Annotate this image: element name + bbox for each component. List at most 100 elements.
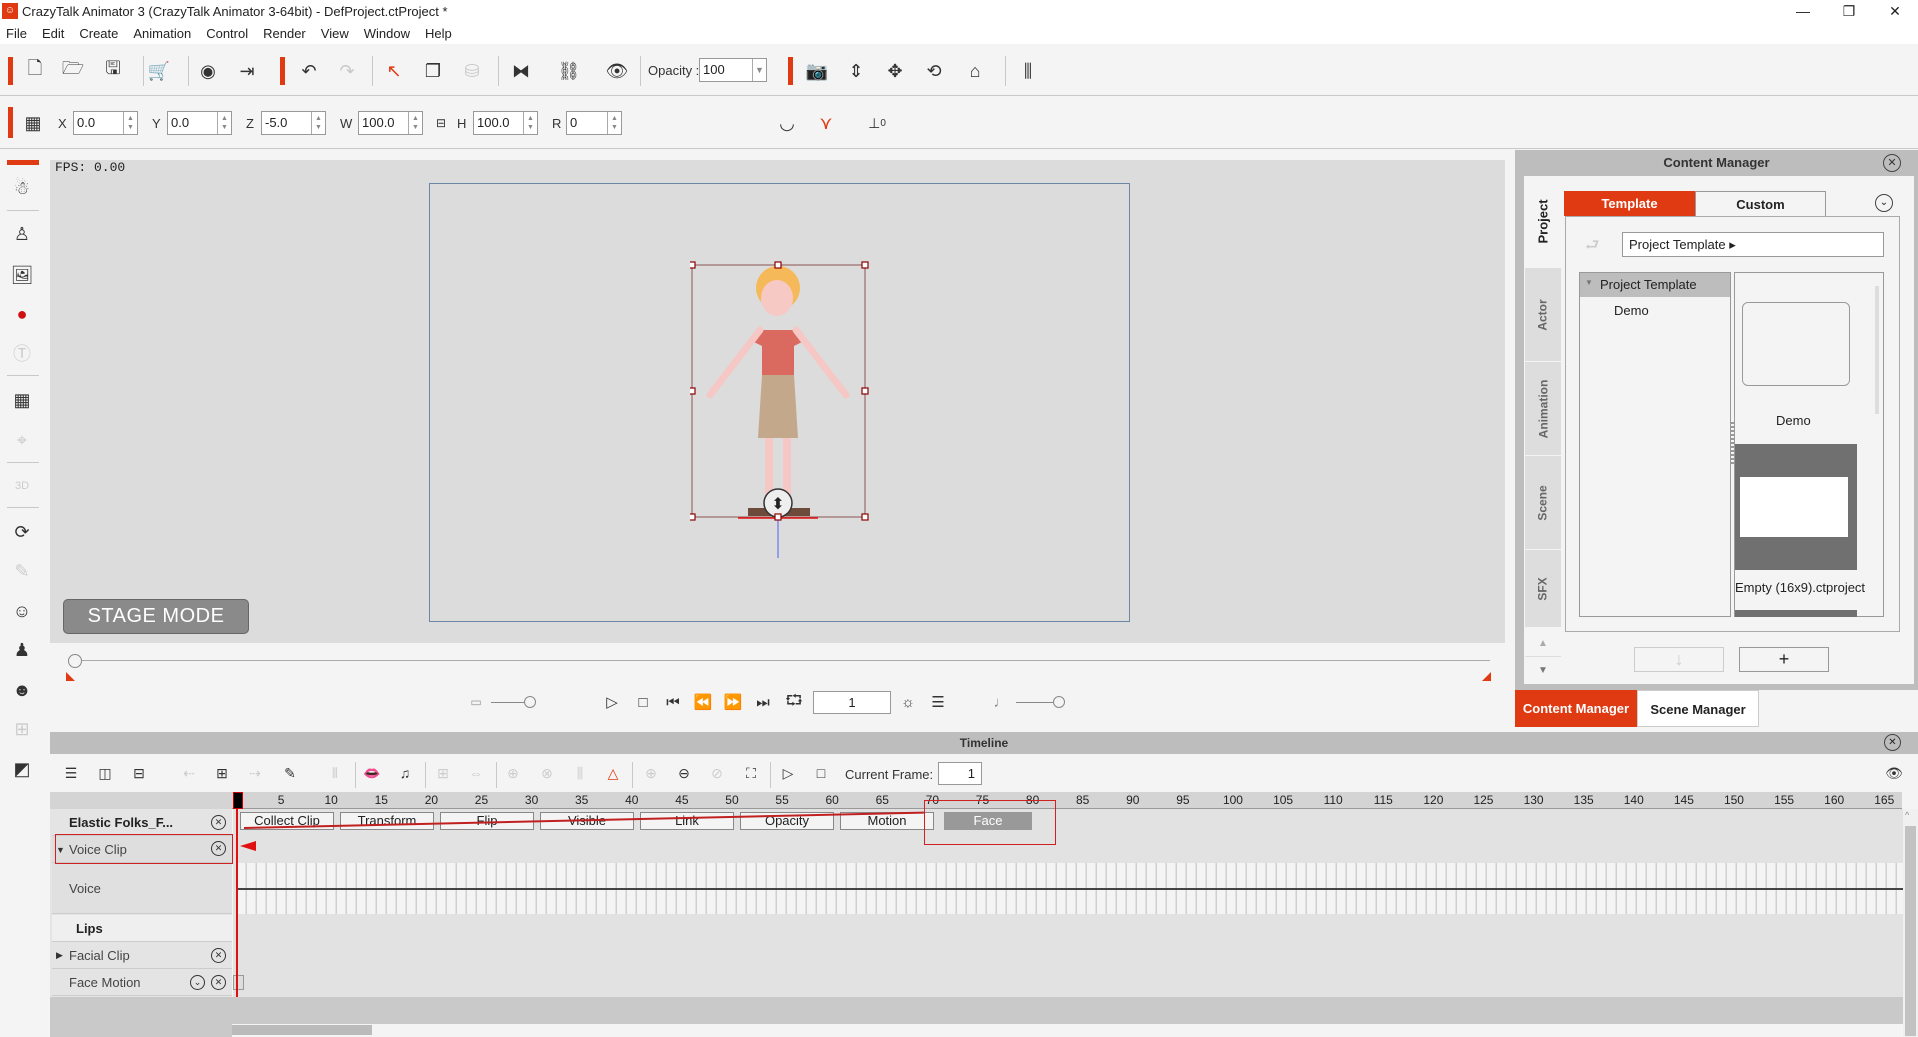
paint-bucket-icon[interactable]: ⛁	[459, 58, 485, 84]
prev-key-icon[interactable]: ⇠	[178, 762, 200, 784]
expand-arrow-icon[interactable]: ▼	[1585, 278, 1593, 287]
redo-icon[interactable]: ↷	[334, 58, 360, 84]
home-icon[interactable]: ⌂	[962, 58, 988, 84]
subtitle-slider-knob[interactable]	[524, 696, 536, 708]
actor-track[interactable]: Elastic Folks_F...	[52, 810, 232, 836]
first-frame-icon[interactable]: ⏮	[661, 690, 685, 714]
sprite-grid-icon[interactable]: ▦	[8, 386, 36, 414]
actor-settings-icon[interactable]: ☃	[8, 174, 36, 202]
preview-eye-icon[interactable]: 👁	[1883, 762, 1905, 784]
vertical-scroll-thumb[interactable]	[1905, 826, 1916, 1036]
splitter-handle[interactable]	[1730, 422, 1734, 466]
close-icon[interactable]: ✕	[1884, 734, 1901, 751]
zoom-reset-icon[interactable]: ⊘	[706, 762, 728, 784]
layer-order-icon[interactable]: ◩	[8, 755, 36, 783]
menu-render[interactable]: Render	[263, 26, 306, 41]
volume-slider[interactable]	[1016, 702, 1056, 703]
expand-arrow-icon[interactable]: ▶	[56, 950, 63, 961]
move-vertical-icon[interactable]: ⇕	[843, 58, 869, 84]
bone-edit-icon[interactable]: ⌖	[8, 426, 36, 454]
zoom-out-icon[interactable]: ⊖	[673, 762, 695, 784]
duplicate-icon[interactable]: ❐	[420, 58, 446, 84]
tab-custom[interactable]: Custom	[1695, 191, 1826, 216]
stop-icon[interactable]: □	[631, 690, 655, 714]
subtitle-slider[interactable]	[491, 702, 525, 703]
subtitle-icon[interactable]: ▭	[464, 690, 488, 714]
settings-sun-icon[interactable]: ☼	[896, 690, 920, 714]
tab-scroll-up[interactable]: ▲	[1525, 630, 1561, 657]
track-list-icon[interactable]: ☰	[60, 762, 82, 784]
side-tab-project[interactable]: Project	[1525, 176, 1561, 268]
close-icon[interactable]: ✕	[1883, 154, 1901, 172]
h-field[interactable]: 100.0 ▲ ▼	[473, 111, 538, 135]
chevron-down-icon[interactable]: ⌄	[1875, 194, 1893, 212]
download-button[interactable]: ↓	[1634, 647, 1724, 672]
key-frame[interactable]	[233, 975, 244, 990]
play-icon[interactable]: ▷	[600, 690, 624, 714]
r-field[interactable]: 0 ▲ ▼	[566, 111, 622, 135]
face-key-icon[interactable]: ☻	[8, 676, 36, 704]
side-tab-scene[interactable]: Scene	[1525, 456, 1561, 550]
tree-item-demo[interactable]: Demo	[1614, 303, 1649, 318]
tab-template[interactable]: Template	[1564, 191, 1695, 216]
move-all-icon[interactable]: ✥	[882, 58, 908, 84]
menu-window[interactable]: Window	[364, 26, 410, 41]
tree-root[interactable]: Project Template	[1580, 273, 1730, 297]
new-file-icon[interactable]: 🗋	[22, 58, 48, 84]
play-icon[interactable]: ▷	[777, 762, 799, 784]
y-field[interactable]: 0.0 ▲ ▼	[167, 111, 232, 135]
spin-arrows[interactable]: ▲ ▼	[523, 112, 537, 134]
range-end-marker[interactable]	[1482, 672, 1491, 681]
timeline-horizontal-scrollbar[interactable]	[232, 1024, 1903, 1037]
voice-track[interactable]: Voice	[52, 863, 232, 914]
scroll-up-icon[interactable]: ^	[1905, 810, 1909, 820]
insert-frame-icon[interactable]: ⊕	[502, 762, 524, 784]
side-tab-animation[interactable]: Animation	[1525, 362, 1561, 456]
preview-icon[interactable]: ◉	[195, 58, 221, 84]
volume-slider-knob[interactable]	[1053, 696, 1065, 708]
zoom-in-icon[interactable]: ⊕	[640, 762, 662, 784]
w-field[interactable]: 100.0 ▲ ▼	[358, 111, 423, 135]
minimize-button[interactable]: —	[1780, 0, 1826, 22]
rotate-sprite-icon[interactable]: ⟳	[8, 518, 36, 546]
actor-compose-icon[interactable]: ♙	[8, 220, 36, 248]
add-button[interactable]: +	[1739, 647, 1829, 672]
range-start-marker[interactable]	[66, 672, 75, 681]
open-folder-icon[interactable]: 🗁	[60, 58, 86, 84]
side-tab-actor[interactable]: Actor	[1525, 268, 1561, 362]
link-icon[interactable]: ⛓	[556, 58, 582, 84]
close-button[interactable]: ✕	[1872, 0, 1918, 22]
playhead[interactable]	[233, 792, 243, 809]
align-grid-icon[interactable]: ▦	[20, 110, 46, 136]
spin-arrows[interactable]: ▲ ▼	[607, 112, 621, 134]
tab-scene-manager[interactable]: Scene Manager	[1637, 690, 1759, 727]
last-frame-icon[interactable]: ⏭	[751, 690, 775, 714]
3d-motion-icon[interactable]: 3D	[8, 472, 36, 500]
split-clip-icon[interactable]: ⫼	[569, 762, 591, 784]
spin-arrows[interactable]: ▲ ▼	[311, 112, 325, 134]
sidebar-toggle-icon[interactable]: ⫼	[1015, 58, 1041, 84]
music-note-icon[interactable]: ♩	[989, 690, 1013, 714]
align-key-icon[interactable]: ⫴	[324, 762, 346, 784]
next-key-icon[interactable]: ⇢	[244, 762, 266, 784]
next-frame-icon[interactable]: ⏩	[721, 690, 745, 714]
stretch-clip-icon[interactable]: ⇔	[465, 762, 487, 784]
render-settings-icon[interactable]: ☰	[926, 690, 950, 714]
z-field[interactable]: -5.0 ▲ ▼	[261, 111, 326, 135]
lips-icon[interactable]: 👄	[361, 762, 383, 784]
stage-mode-button[interactable]: STAGE MODE	[63, 599, 249, 634]
layer-icon[interactable]: ⊟	[128, 762, 150, 784]
back-icon[interactable]: ⮐	[1585, 234, 1599, 261]
save-icon[interactable]: 🖫	[100, 58, 126, 84]
spin-arrows[interactable]: ▲ ▼	[217, 112, 231, 134]
scene-media-icon[interactable]: 🖼	[8, 261, 36, 289]
menu-view[interactable]: View	[321, 26, 349, 41]
frame-input[interactable]: 1	[813, 691, 891, 714]
undo-icon[interactable]: ↶	[296, 58, 322, 84]
path-breadcrumb[interactable]: Project Template ▸	[1622, 232, 1884, 257]
fit-view-icon[interactable]: ⛶	[740, 762, 762, 784]
menu-create[interactable]: Create	[79, 26, 118, 41]
merge-clip-icon[interactable]: ⊞	[432, 762, 454, 784]
menu-control[interactable]: Control	[206, 26, 248, 41]
rotate-icon[interactable]: ⟲	[921, 58, 947, 84]
